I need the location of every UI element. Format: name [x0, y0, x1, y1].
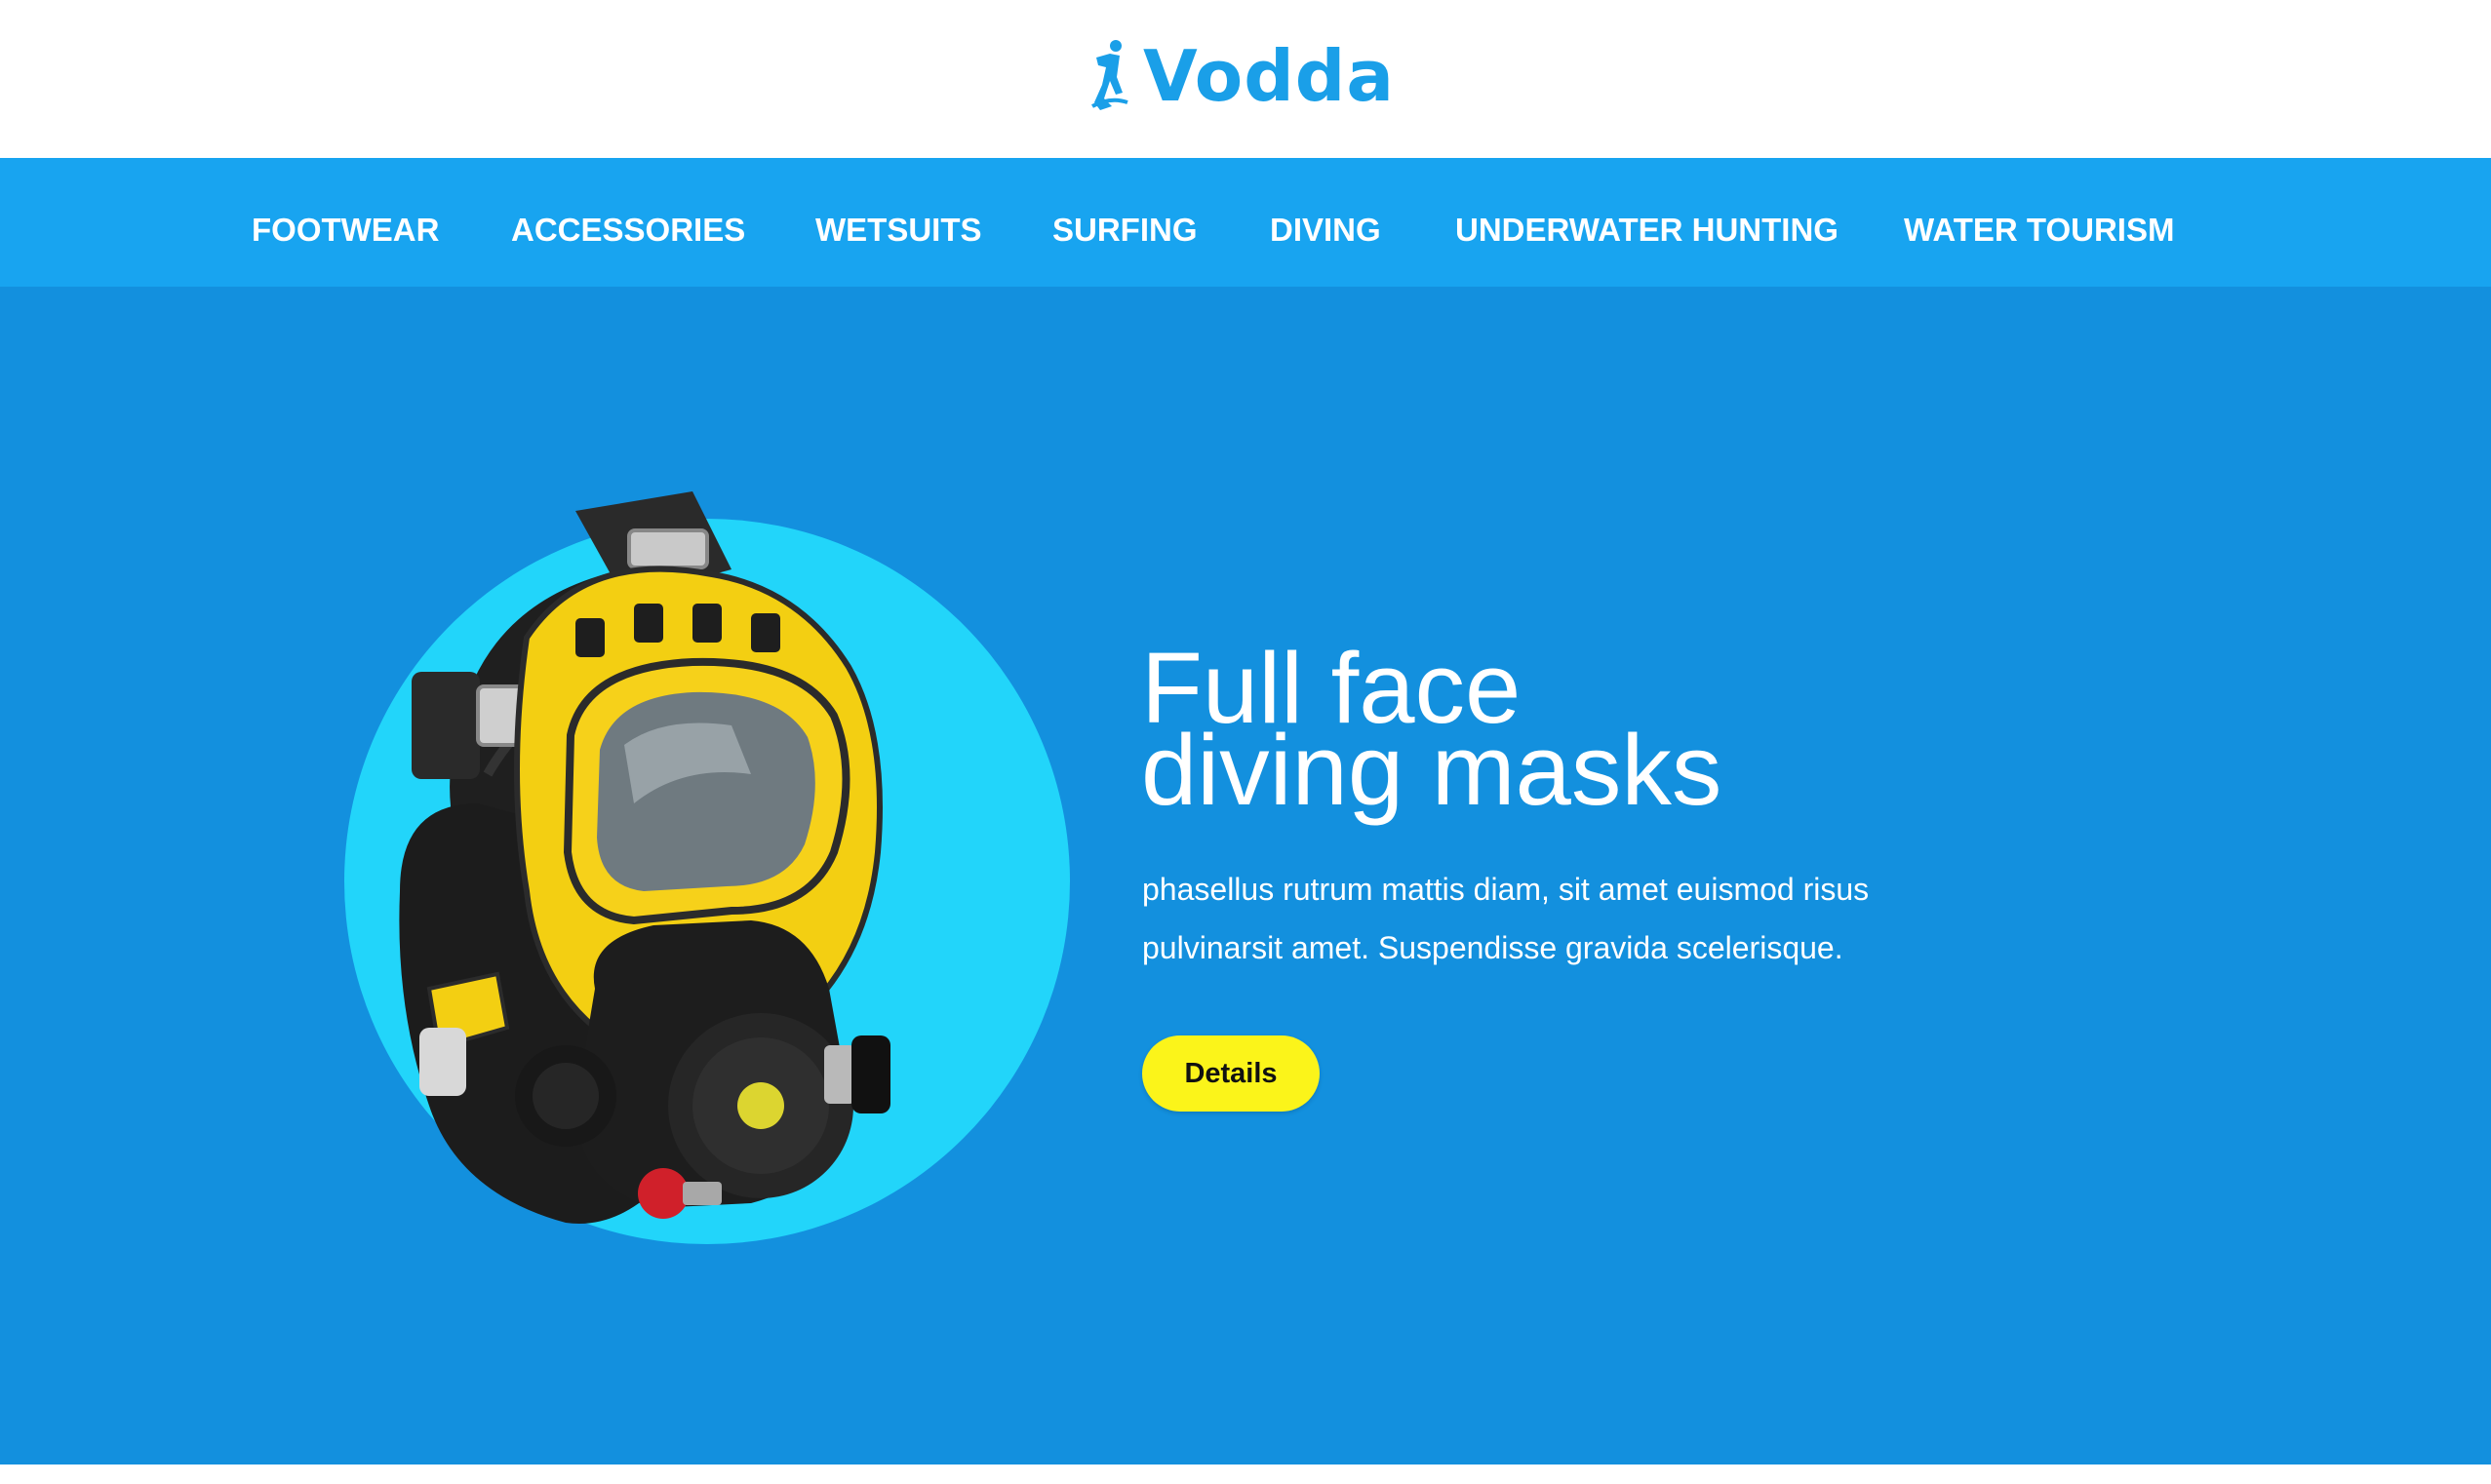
hero-description-line-2: pulvinarsit amet. Suspendisse gravida sc… — [1142, 930, 1843, 965]
hero-title: Full face diving masks — [1141, 638, 1722, 826]
nav-item-accessories[interactable]: ACCESSORIES — [511, 158, 745, 287]
brand-name: Vodda — [1143, 35, 1395, 117]
nav-item-water-tourism[interactable]: WATER TOURISM — [1904, 158, 2174, 287]
nav-item-diving[interactable]: DIVING — [1270, 158, 1381, 287]
hero-title-line-2: diving masks — [1141, 714, 1722, 826]
nav-item-footwear[interactable]: FOOTWEAR — [252, 158, 439, 287]
hero-description-line-1: phasellus rutrum mattis diam, sit amet e… — [1142, 872, 1870, 907]
main-navigation: FOOTWEAR ACCESSORIES WETSUITS SURFING DI… — [0, 158, 2491, 287]
nav-item-underwater-hunting[interactable]: UNDERWATER HUNTING — [1455, 158, 1839, 287]
hero-banner: Full face diving masks phasellus rutrum … — [0, 287, 2491, 1464]
details-button[interactable]: Details — [1142, 1035, 1320, 1112]
page-bottom-strip — [0, 1464, 2491, 1484]
brand-logo[interactable]: Vodda — [1090, 35, 1395, 117]
surfer-logo-icon — [1091, 40, 1128, 110]
hero-description: phasellus rutrum mattis diam, sit amet e… — [1142, 860, 1942, 977]
full-face-diving-mask-icon — [344, 491, 1070, 1244]
site-header: Vodda — [0, 0, 2491, 158]
hero-product-image — [341, 482, 1102, 1281]
nav-item-wetsuits[interactable]: WETSUITS — [815, 158, 982, 287]
nav-item-surfing[interactable]: SURFING — [1052, 158, 1198, 287]
